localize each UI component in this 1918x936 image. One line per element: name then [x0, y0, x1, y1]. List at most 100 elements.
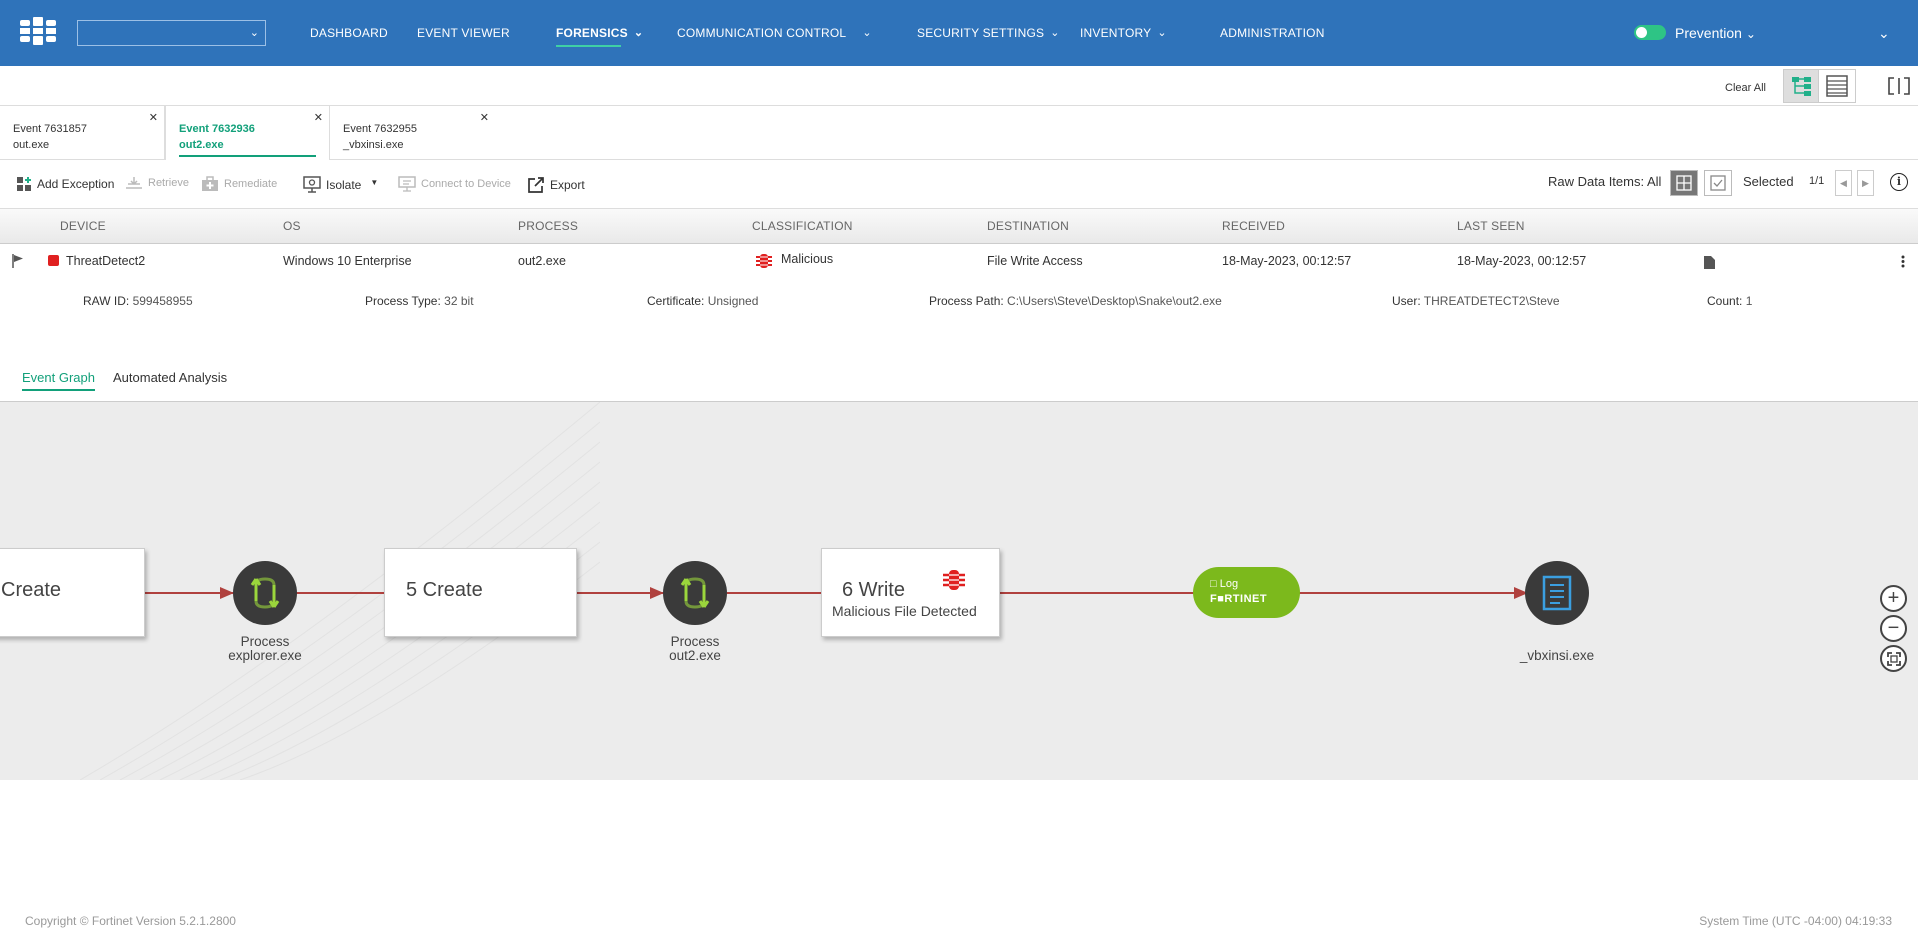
fortinet-logo[interactable]: [20, 17, 56, 45]
write-6-node[interactable]: 6 Write Malicious File Detected: [821, 548, 1000, 637]
fortinet-brand-text: F■RTINET: [1210, 593, 1268, 605]
table-icon: [1826, 75, 1848, 97]
tree-icon: [1792, 77, 1811, 96]
nav-dashboard[interactable]: DASHBOARD: [310, 0, 388, 66]
user-value: THREATDETECT2\Steve: [1423, 294, 1560, 308]
active-tab-indicator: [179, 155, 316, 157]
remediate-label: Remediate: [224, 178, 278, 190]
column-header[interactable]: LAST SEEN: [1457, 219, 1525, 233]
process-type-field: Process Type: 32 bit: [365, 294, 474, 308]
tab-automated-analysis[interactable]: Automated Analysis: [113, 370, 227, 389]
analysis-tabs: Event Graph Automated Analysis: [0, 364, 1918, 402]
close-icon[interactable]: ✕: [480, 110, 489, 126]
nav-security-settings[interactable]: SECURITY SETTINGS ⌄: [917, 0, 1060, 66]
next-page-button[interactable]: ▶: [1857, 170, 1874, 196]
column-header[interactable]: OS: [283, 219, 301, 233]
process-icon: [250, 577, 280, 609]
check-select-button[interactable]: [1704, 170, 1732, 196]
zoom-out-icon[interactable]: −: [1880, 615, 1907, 642]
raw-id-value: 599458955: [132, 294, 193, 308]
nav-label: INVENTORY: [1080, 26, 1152, 40]
create-5-node[interactable]: 5 Create: [384, 548, 577, 637]
event-tab-title: Event 7631857: [13, 123, 88, 135]
previous-page-button[interactable]: ◀: [1835, 170, 1852, 196]
chevron-down-icon: ⌄: [1050, 27, 1060, 39]
prevention-toggle[interactable]: [1634, 25, 1666, 40]
event-tab-file: out.exe: [13, 139, 50, 151]
count-value: 1: [1745, 294, 1753, 308]
column-header[interactable]: CLASSIFICATION: [752, 219, 853, 233]
grid-select-button[interactable]: [1670, 170, 1698, 196]
nav-label: EVENT VIEWER: [417, 26, 510, 40]
top-nav-bar: ⌄ DASHBOARD EVENT VIEWER FORENSICS ⌄ COMM…: [0, 0, 1918, 66]
system-time-text: System Time (UTC -04:00) 04:19:33: [1699, 914, 1892, 928]
field-label: Certificate:: [647, 294, 705, 308]
tab-event-graph[interactable]: Event Graph: [22, 370, 95, 391]
event-tab-active[interactable]: Event 7632936 out2.exe ✕: [165, 106, 330, 160]
raw-data-items-filter[interactable]: Raw Data Items: All: [1548, 174, 1661, 189]
process-explorer-label: Process explorer.exe: [205, 635, 325, 663]
document-icon[interactable]: [1704, 256, 1715, 269]
table-header: DEVICE OS PROCESS CLASSIFICATION DESTINA…: [0, 208, 1918, 244]
nav-inventory[interactable]: INVENTORY ⌄: [1080, 0, 1167, 66]
table-view-button[interactable]: [1818, 69, 1856, 103]
add-exception-button[interactable]: Add Exception: [16, 176, 114, 192]
device-cell[interactable]: ThreatDetect2: [66, 254, 145, 268]
prevention-mode-menu[interactable]: Prevention ⌄: [1675, 0, 1756, 67]
event-tab[interactable]: Event 7632955 _vbxinsi.exe ✕: [330, 106, 495, 160]
fit-to-screen-icon[interactable]: [1880, 645, 1907, 672]
export-button[interactable]: Export: [527, 176, 585, 194]
column-header[interactable]: DEVICE: [60, 219, 106, 233]
log-label: Log: [1219, 578, 1239, 590]
process-cell: out2.exe: [518, 254, 566, 268]
more-vertical-icon[interactable]: [1901, 255, 1905, 268]
event-tab[interactable]: Event 7631857 out.exe ✕: [0, 106, 165, 160]
graph-edge: [999, 592, 1195, 594]
close-icon[interactable]: ✕: [314, 110, 323, 126]
graph-view-button[interactable]: [1783, 69, 1821, 103]
column-header[interactable]: RECEIVED: [1222, 219, 1285, 233]
clear-all-link[interactable]: Clear All: [1725, 82, 1766, 94]
close-icon[interactable]: ✕: [149, 110, 158, 126]
node-label-line: Process: [240, 634, 290, 649]
remediate-button[interactable]: Remediate: [201, 176, 277, 192]
file-vbxinsi-node[interactable]: [1525, 561, 1589, 625]
zoom-in-icon[interactable]: +: [1880, 585, 1907, 612]
process-path-field: Process Path: C:\Users\Steve\Desktop\Sna…: [929, 294, 1222, 308]
expand-panel-button[interactable]: [1880, 69, 1918, 103]
nav-communication-control[interactable]: COMMUNICATION CONTROL ⌄: [677, 0, 872, 66]
column-header[interactable]: DESTINATION: [987, 219, 1069, 233]
connect-to-device-label: Connect to Device: [421, 178, 511, 190]
certificate-value: Unsigned: [707, 294, 759, 308]
isolate-button[interactable]: Isolate ▼: [303, 176, 378, 194]
create-node-title: Create: [1, 579, 62, 601]
nav-event-viewer[interactable]: EVENT VIEWER: [417, 0, 510, 66]
chevron-down-icon: ⌄: [1157, 27, 1167, 39]
create-node[interactable]: Create: [0, 548, 145, 637]
retrieve-label: Retrieve: [148, 177, 189, 189]
connect-to-device-button[interactable]: Connect to Device: [398, 176, 511, 192]
nav-forensics[interactable]: FORENSICS ⌄: [556, 0, 643, 66]
nav-administration[interactable]: ADMINISTRATION: [1220, 0, 1325, 66]
column-header[interactable]: PROCESS: [518, 219, 578, 233]
os-cell: Windows 10 Enterprise: [283, 254, 412, 268]
chevron-down-icon: ⌄: [862, 27, 872, 39]
raw-details: RAW ID: 599458955 Process Type: 32 bit C…: [0, 284, 1918, 314]
flag-icon[interactable]: [12, 254, 24, 268]
process-out2-node[interactable]: [663, 561, 727, 625]
connect-device-icon: [398, 176, 416, 192]
log-label-wrap: □ Log: [1210, 578, 1238, 590]
nav-label: SECURITY SETTINGS: [917, 26, 1045, 40]
event-tabs: Event 7631857 out.exe ✕ Event 7632936 ou…: [0, 106, 1918, 160]
nav-label: DASHBOARD: [310, 26, 388, 40]
retrieve-button[interactable]: Retrieve: [125, 176, 189, 190]
process-explorer-node[interactable]: [233, 561, 297, 625]
organization-select[interactable]: ⌄: [77, 20, 266, 46]
user-menu-chevron-icon[interactable]: ⌄: [1878, 0, 1890, 66]
info-icon[interactable]: i: [1890, 173, 1908, 191]
prevention-label: Prevention: [1675, 25, 1742, 41]
checkbox-icon: [1710, 175, 1726, 191]
copyright-text: Copyright © Fortinet Version 5.2.1.2800: [25, 914, 236, 928]
log-fortinet-node[interactable]: □ Log F■RTINET: [1193, 567, 1300, 618]
table-row[interactable]: ThreatDetect2 Windows 10 Enterprise out2…: [0, 244, 1918, 278]
